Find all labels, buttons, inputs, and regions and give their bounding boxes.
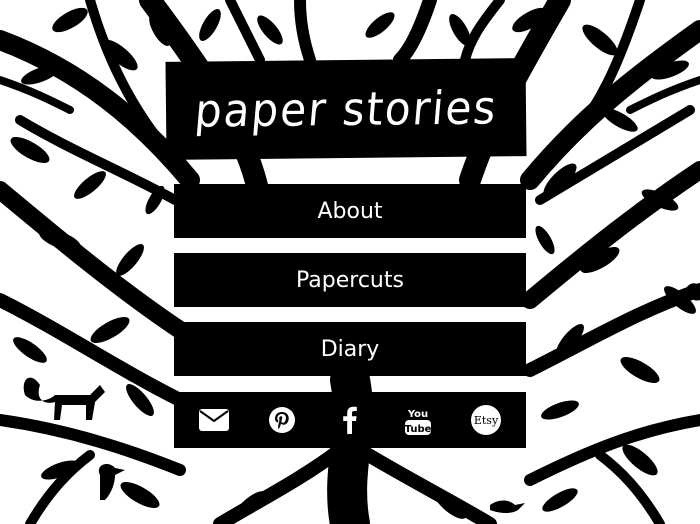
nav-about-button[interactable]: About [174,184,526,238]
etsy-label: Etsy [471,405,501,435]
facebook-icon[interactable] [328,398,372,442]
nav-diary-label: Diary [320,336,380,362]
social-links-bar: You Tube Etsy [174,392,526,448]
youtube-icon[interactable]: You Tube [396,398,440,442]
etsy-icon[interactable]: Etsy [464,398,508,442]
nav-about-label: About [317,198,383,224]
nav-papercuts-button[interactable]: Papercuts [174,253,526,307]
nav-papercuts-label: Papercuts [296,267,404,293]
youtube-icon-text-tube: Tube [405,424,431,435]
youtube-icon-text-you: You [407,409,428,420]
pinterest-icon[interactable] [260,398,304,442]
logo-text: paper stories [192,80,500,138]
site-logo[interactable]: paper stories [165,58,527,160]
nav-diary-button[interactable]: Diary [174,322,526,376]
mail-icon[interactable] [192,398,236,442]
